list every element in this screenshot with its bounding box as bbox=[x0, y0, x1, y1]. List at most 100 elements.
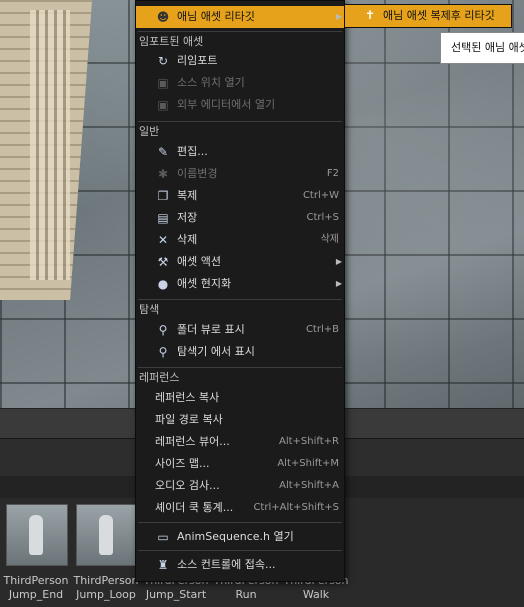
menu-item-asset-localization[interactable]: ● 애셋 현지화 ▶ bbox=[136, 273, 344, 295]
duplicate-icon: ❐ bbox=[157, 189, 169, 203]
asset-context-menu: ☻ 애님 애셋 리타깃 ▶ 임포트된 애셋 ↻ 리임포트 ▣ 소스 위치 열기 … bbox=[135, 0, 345, 582]
menu-item-open-source-location[interactable]: ▣ 소스 위치 열기 bbox=[136, 72, 344, 94]
submenu-arrow-icon: ▶ bbox=[335, 279, 342, 288]
code-file-icon: ▭ bbox=[157, 530, 169, 544]
menu-item-size-map[interactable]: 사이즈 맵... Alt+Shift+M bbox=[136, 453, 344, 475]
menu-item-label: 편집... bbox=[177, 145, 208, 158]
menu-separator bbox=[138, 522, 342, 523]
menu-item-label: 애셋 액션 bbox=[177, 255, 221, 268]
rename-icon: ✱ bbox=[157, 167, 169, 181]
menu-item-label: 리임포트 bbox=[177, 54, 218, 67]
asset-name-line2: Jump_End bbox=[8, 588, 64, 601]
menu-shortcut: Ctrl+Alt+Shift+S bbox=[253, 502, 339, 513]
asset-label: ThirdPerson Jump_Loop bbox=[68, 574, 144, 602]
asset-thumbnail bbox=[76, 504, 138, 566]
menu-shortcut: Ctrl+B bbox=[305, 324, 339, 335]
menu-item-label: 탐색기 에서 표시 bbox=[177, 345, 255, 358]
menu-shortcut: Ctrl+S bbox=[306, 212, 339, 223]
menu-separator bbox=[138, 31, 342, 32]
submenu-item-duplicate-and-retarget: 애님 애셋 복제후 리타깃 bbox=[383, 9, 495, 22]
menu-item-edit[interactable]: ✎ 편집... bbox=[136, 141, 344, 163]
menu-item-label: 사이즈 맵... bbox=[155, 457, 210, 470]
menu-item-copy-file-path[interactable]: 파일 경로 복사 bbox=[136, 409, 344, 431]
menu-item-connect-source-control[interactable]: ♜ 소스 컨트롤에 접속... bbox=[136, 554, 344, 576]
menu-shortcut: F2 bbox=[326, 168, 339, 179]
menu-item-duplicate[interactable]: ❐ 복제 Ctrl+W bbox=[136, 185, 344, 207]
menu-shortcut: Alt+Shift+R bbox=[279, 436, 339, 447]
magnifier-icon: ⚲ bbox=[158, 323, 168, 337]
character-figure bbox=[99, 515, 113, 555]
asset-name-line2: Jump_Loop bbox=[76, 588, 136, 601]
menu-item-label: 복제 bbox=[177, 189, 198, 202]
menu-item-label: 외부 에디터에서 열기 bbox=[177, 98, 276, 111]
submenu-arrow-icon: ▶ bbox=[335, 12, 342, 21]
asset-name-line2: Walk bbox=[302, 588, 330, 601]
asset-thumbnail bbox=[6, 504, 68, 566]
menu-item-delete[interactable]: ✕ 삭제 삭제 bbox=[136, 229, 344, 251]
menu-item-save[interactable]: ▤ 저장 Ctrl+S bbox=[136, 207, 344, 229]
wrench-icon: ⚒ bbox=[157, 255, 169, 269]
reimport-icon: ↻ bbox=[157, 54, 169, 68]
tooltip: 선택된 애님 애셋 bbox=[440, 32, 524, 64]
menu-item-asset-actions[interactable]: ⚒ 애셋 액션 ▶ bbox=[136, 251, 344, 273]
section-header-general: 일반 bbox=[139, 125, 160, 138]
menu-item-open-header[interactable]: ▭ AnimSequence.h 열기 bbox=[136, 526, 344, 548]
section-header-imported: 임포트된 애셋 bbox=[139, 35, 204, 48]
menu-item-retarget-anim-assets[interactable]: ☻ 애님 애셋 리타깃 ▶ bbox=[136, 6, 344, 28]
asset-name-line2: Run bbox=[235, 588, 257, 601]
asset-name-line1: ThirdPerson bbox=[73, 574, 139, 587]
asset-tile[interactable]: ThirdPerson Jump_End bbox=[3, 502, 69, 602]
menu-item-shader-cook-stats[interactable]: 셰이더 쿡 통계... Ctrl+Alt+Shift+S bbox=[136, 497, 344, 519]
menu-item-open-external-editor[interactable]: ▣ 외부 에디터에서 열기 bbox=[136, 94, 344, 116]
globe-icon: ● bbox=[157, 277, 169, 291]
menu-item-reimport[interactable]: ↻ 리임포트 bbox=[136, 50, 344, 72]
source-control-icon: ♜ bbox=[157, 558, 169, 572]
menu-item-label: 오디오 검사... bbox=[155, 479, 220, 492]
open-source-icon: ▣ bbox=[157, 76, 169, 90]
retarget-icon: ☻ bbox=[156, 10, 170, 24]
menu-item-label: 레퍼런스 복사 bbox=[155, 391, 220, 404]
menu-item-label: 애님 애셋 리타깃 bbox=[177, 10, 255, 23]
submenu-arrow-icon: ▶ bbox=[335, 257, 342, 266]
external-editor-icon: ▣ bbox=[157, 98, 169, 112]
menu-item-label: 파일 경로 복사 bbox=[155, 413, 223, 426]
asset-name-line1: ThirdPerson bbox=[3, 574, 69, 587]
menu-shortcut: Ctrl+W bbox=[302, 190, 339, 201]
menu-shortcut: Alt+Shift+A bbox=[279, 480, 339, 491]
menu-item-label: 이름변경 bbox=[177, 167, 218, 180]
menu-item-show-in-folder-view[interactable]: ⚲ 폴더 뷰로 표시 Ctrl+B bbox=[136, 319, 344, 341]
asset-tile[interactable]: ThirdPerson Jump_Loop bbox=[73, 502, 139, 602]
menu-item-label: AnimSequence.h 열기 bbox=[177, 530, 294, 543]
asset-label: ThirdPerson Jump_End bbox=[0, 574, 74, 602]
delete-icon: ✕ bbox=[157, 233, 169, 247]
edit-icon: ✎ bbox=[157, 145, 169, 159]
menu-item-label: 레퍼런스 뷰어... bbox=[155, 435, 230, 448]
menu-item-show-in-explorer[interactable]: ⚲ 탐색기 에서 표시 bbox=[136, 341, 344, 363]
character-figure bbox=[29, 515, 43, 555]
menu-item-rename[interactable]: ✱ 이름변경 F2 bbox=[136, 163, 344, 185]
magnifier-icon: ⚲ bbox=[158, 345, 168, 359]
save-icon: ▤ bbox=[157, 211, 169, 225]
menu-item-label: 애셋 현지화 bbox=[177, 277, 232, 290]
menu-item-reference-viewer[interactable]: 레퍼런스 뷰어... Alt+Shift+R bbox=[136, 431, 344, 453]
menu-separator bbox=[138, 550, 342, 551]
menu-separator bbox=[138, 367, 342, 368]
wall-ornament bbox=[30, 10, 70, 280]
menu-item-label: 삭제 bbox=[177, 233, 198, 246]
menu-item-label: 소스 컨트롤에 접속... bbox=[177, 558, 276, 571]
retarget-submenu[interactable]: ✝ 애님 애셋 복제후 리타깃 bbox=[344, 4, 512, 28]
person-icon: ✝ bbox=[364, 8, 376, 22]
section-header-references: 레퍼런스 bbox=[139, 371, 180, 384]
menu-separator bbox=[138, 299, 342, 300]
menu-separator bbox=[138, 121, 342, 122]
menu-item-copy-reference[interactable]: 레퍼런스 복사 bbox=[136, 387, 344, 409]
menu-item-audit-assets[interactable]: 오디오 검사... Alt+Shift+A bbox=[136, 475, 344, 497]
asset-name-line2: Jump_Start bbox=[145, 588, 207, 601]
menu-item-label: 폴더 뷰로 표시 bbox=[177, 323, 245, 336]
menu-item-label: 셰이더 쿡 통계... bbox=[155, 501, 234, 514]
menu-shortcut: 삭제 bbox=[320, 234, 339, 245]
menu-shortcut: Alt+Shift+M bbox=[277, 458, 339, 469]
menu-item-label: 소스 위치 열기 bbox=[177, 76, 245, 89]
section-header-browse: 탐색 bbox=[139, 303, 160, 316]
menu-item-label: 저장 bbox=[177, 211, 198, 224]
